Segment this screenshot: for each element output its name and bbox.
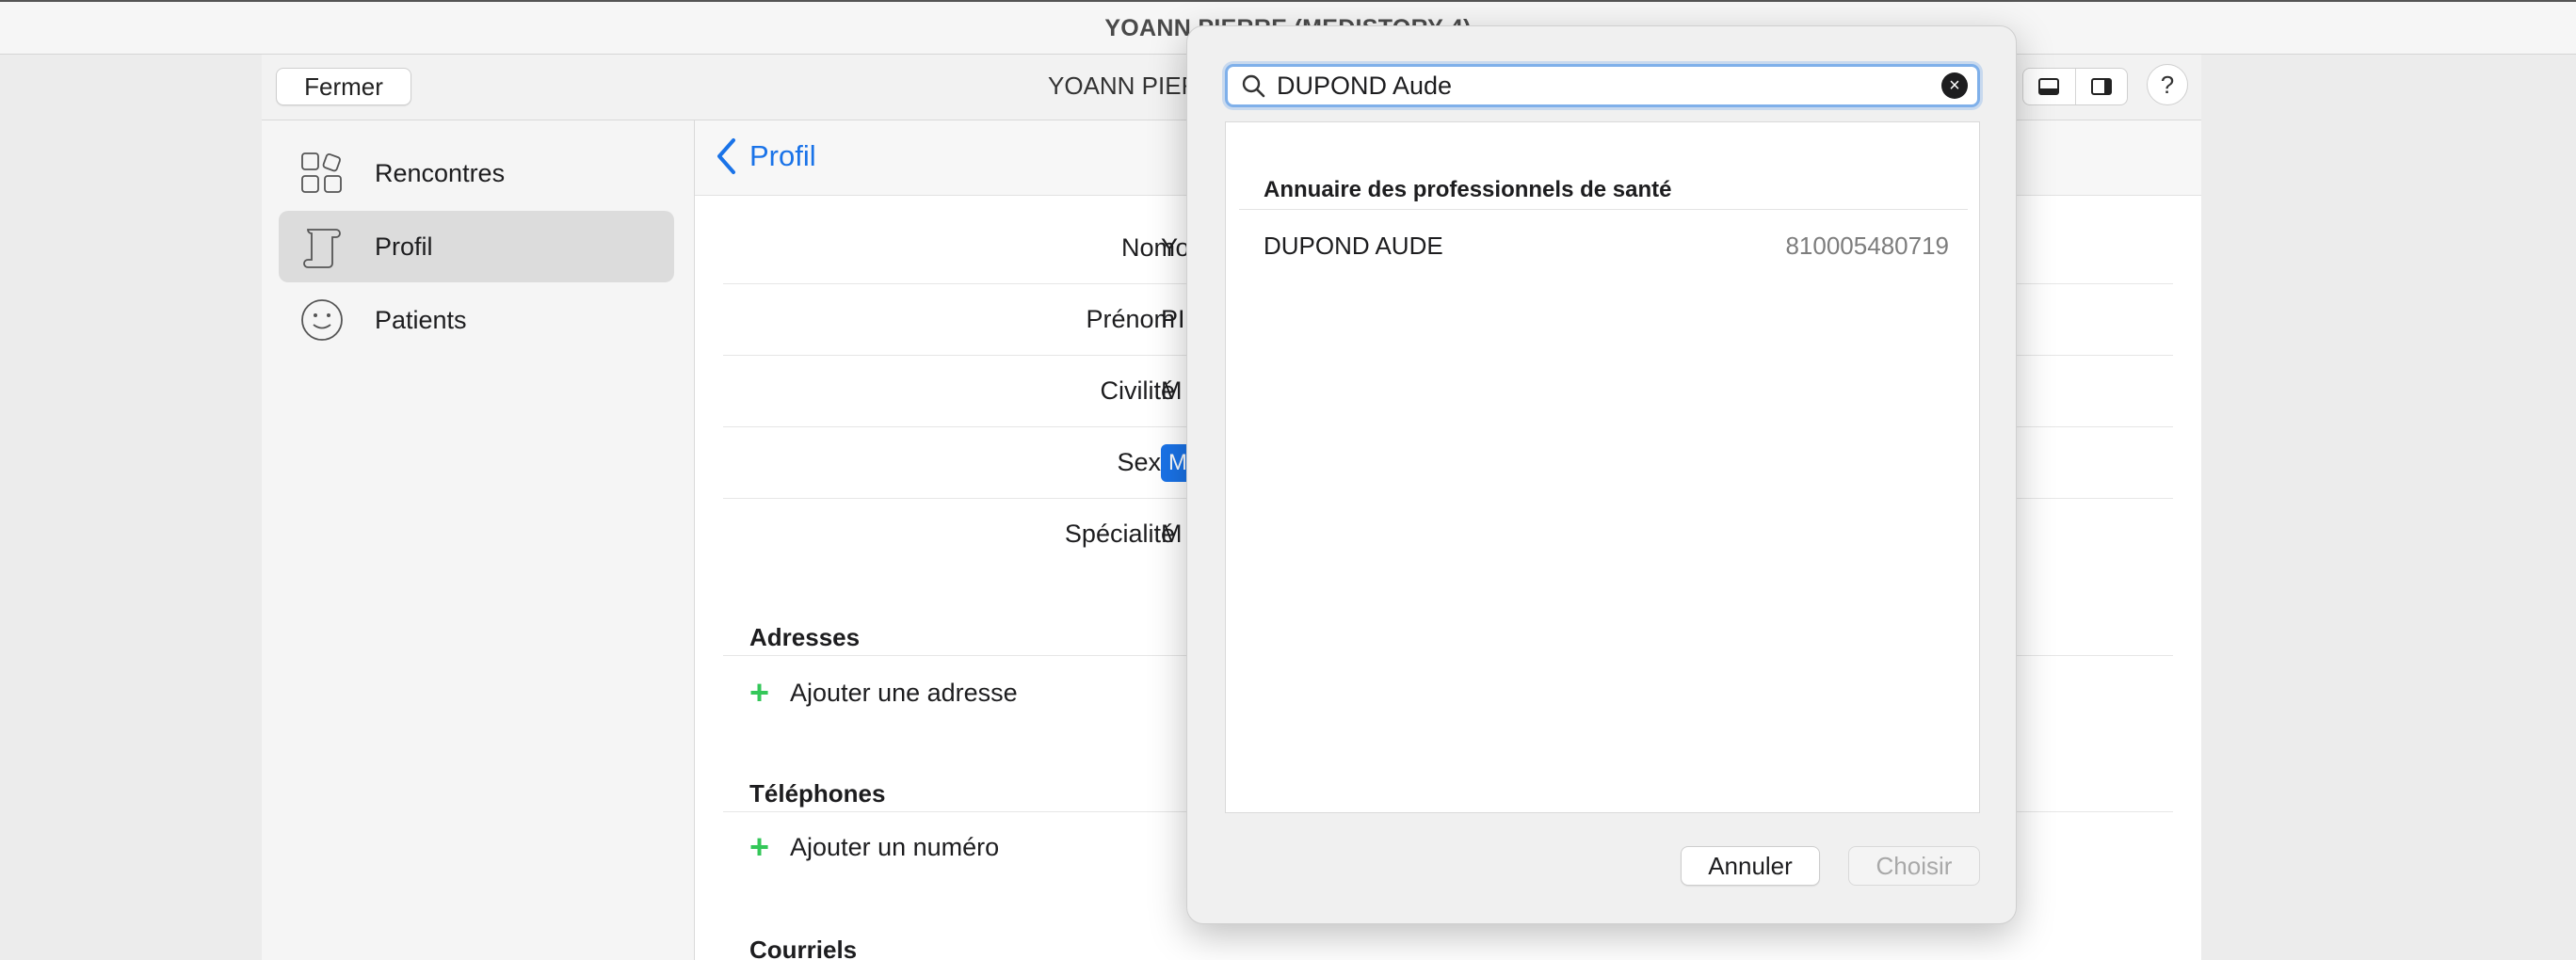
smiley-face-icon (298, 296, 346, 344)
sidebar-item-label: Patients (375, 305, 467, 334)
plus-icon: + (749, 673, 770, 712)
add-address-label: Ajouter une adresse (790, 678, 1018, 707)
search-field: × (1225, 64, 1980, 107)
side-panel-icon (2090, 78, 2112, 95)
chevron-left-icon (717, 138, 735, 174)
field-label: Spécialité (1064, 520, 1175, 548)
shapes-icon (298, 149, 346, 198)
sidebar-item-label: Rencontres (375, 158, 506, 187)
add-phone-button[interactable]: + Ajouter un numéro (749, 830, 999, 864)
section-title-telephones: Téléphones (749, 779, 886, 808)
section-title-adresses: Adresses (749, 623, 861, 651)
add-address-button[interactable]: + Ajouter une adresse (749, 676, 1018, 710)
list-item[interactable]: DUPOND AUDE 810005480719 (1239, 216, 1968, 273)
directory-search-dialog: × Annuaire des professionnels de santé D… (1186, 25, 2017, 924)
bottom-panel-toggle[interactable] (2023, 69, 2075, 104)
result-id: 810005480719 (1785, 232, 1949, 260)
results-group-title: Annuaire des professionnels de santé (1264, 177, 1672, 202)
field-value[interactable]: PI (1161, 305, 1185, 334)
back-button[interactable]: Profil (716, 137, 816, 175)
help-button[interactable]: ? (2147, 64, 2188, 105)
plus-icon: + (749, 827, 770, 866)
results-list: Annuaire des professionnels de santé DUP… (1225, 121, 1980, 813)
field-value[interactable]: M (1161, 520, 1183, 549)
clear-search-icon[interactable]: × (1941, 72, 1968, 99)
side-panel-toggle[interactable] (2074, 69, 2128, 104)
search-icon (1241, 73, 1265, 98)
sidebar-item-patients[interactable]: Patients (279, 284, 674, 356)
back-label: Profil (749, 139, 816, 172)
bottom-panel-icon (2038, 78, 2060, 95)
sidebar-item-rencontres[interactable]: Rencontres (279, 137, 674, 209)
search-input[interactable] (1277, 71, 1941, 101)
cancel-button[interactable]: Annuler (1681, 846, 1820, 886)
sidebar-item-label: Profil (375, 232, 433, 261)
field-value[interactable]: Yo (1161, 233, 1190, 263)
result-name: DUPOND AUDE (1264, 232, 1443, 260)
sexe-segment-selected[interactable]: M (1161, 444, 1189, 482)
group-divider (1239, 209, 1968, 210)
section-title-courriels: Courriels (749, 936, 858, 960)
view-toggle (2022, 68, 2128, 105)
field-value[interactable]: M (1161, 376, 1183, 406)
sidebar-item-profil[interactable]: Profil (279, 211, 674, 282)
choose-button[interactable]: Choisir (1848, 846, 1980, 886)
scroll-icon (298, 222, 346, 271)
close-button[interactable]: Fermer (276, 68, 411, 105)
sidebar: Rencontres Profil Patients (262, 120, 695, 960)
add-phone-label: Ajouter un numéro (790, 832, 1000, 861)
